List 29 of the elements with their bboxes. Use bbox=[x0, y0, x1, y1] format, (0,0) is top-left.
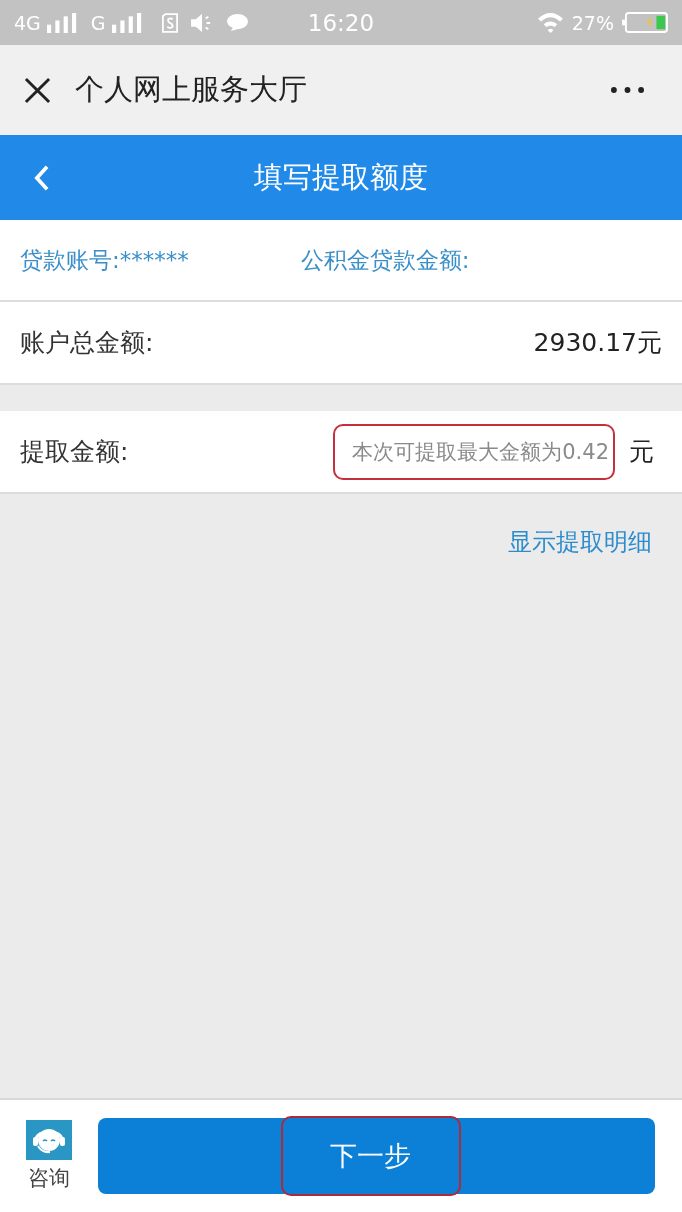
amount-input[interactable]: 本次可提取最大金额为0.42 bbox=[333, 423, 615, 480]
consult-button[interactable]: 咨询 bbox=[26, 1120, 72, 1192]
battery-icon bbox=[622, 12, 668, 33]
s-box-icon bbox=[161, 12, 178, 33]
total-value: 2930.17元 bbox=[533, 327, 662, 359]
support-agent-icon bbox=[26, 1120, 72, 1160]
network-type: 4G bbox=[14, 11, 41, 34]
back-button[interactable] bbox=[34, 164, 49, 191]
signal-icon bbox=[44, 12, 79, 33]
currency-unit: 元 bbox=[629, 436, 654, 468]
loan-amount-label: 公积金贷款金额: bbox=[300, 245, 470, 275]
clock-time: 16:20 bbox=[307, 9, 375, 36]
next-step-button[interactable]: 下一步 bbox=[98, 1118, 655, 1194]
show-details-link[interactable]: 显示提取明细 bbox=[508, 526, 652, 558]
page-title: 个人网上服务大厅 bbox=[75, 71, 308, 108]
close-button[interactable] bbox=[24, 76, 51, 104]
total-label: 账户总金额: bbox=[20, 327, 155, 359]
close-icon bbox=[24, 76, 51, 104]
signal-icon bbox=[109, 12, 144, 33]
back-chevron-icon bbox=[34, 164, 49, 191]
section-title: 填写提取额度 bbox=[254, 158, 428, 196]
more-button[interactable] bbox=[611, 87, 644, 93]
loan-account-label: 贷款账号:****** bbox=[20, 245, 189, 275]
battery-percent: 27% bbox=[571, 11, 614, 34]
withdraw-label: 提取金额: bbox=[20, 436, 130, 468]
more-icon bbox=[611, 87, 644, 93]
network-type: G bbox=[90, 11, 106, 34]
wifi-icon bbox=[536, 12, 564, 33]
chat-bubble-icon bbox=[225, 13, 249, 32]
